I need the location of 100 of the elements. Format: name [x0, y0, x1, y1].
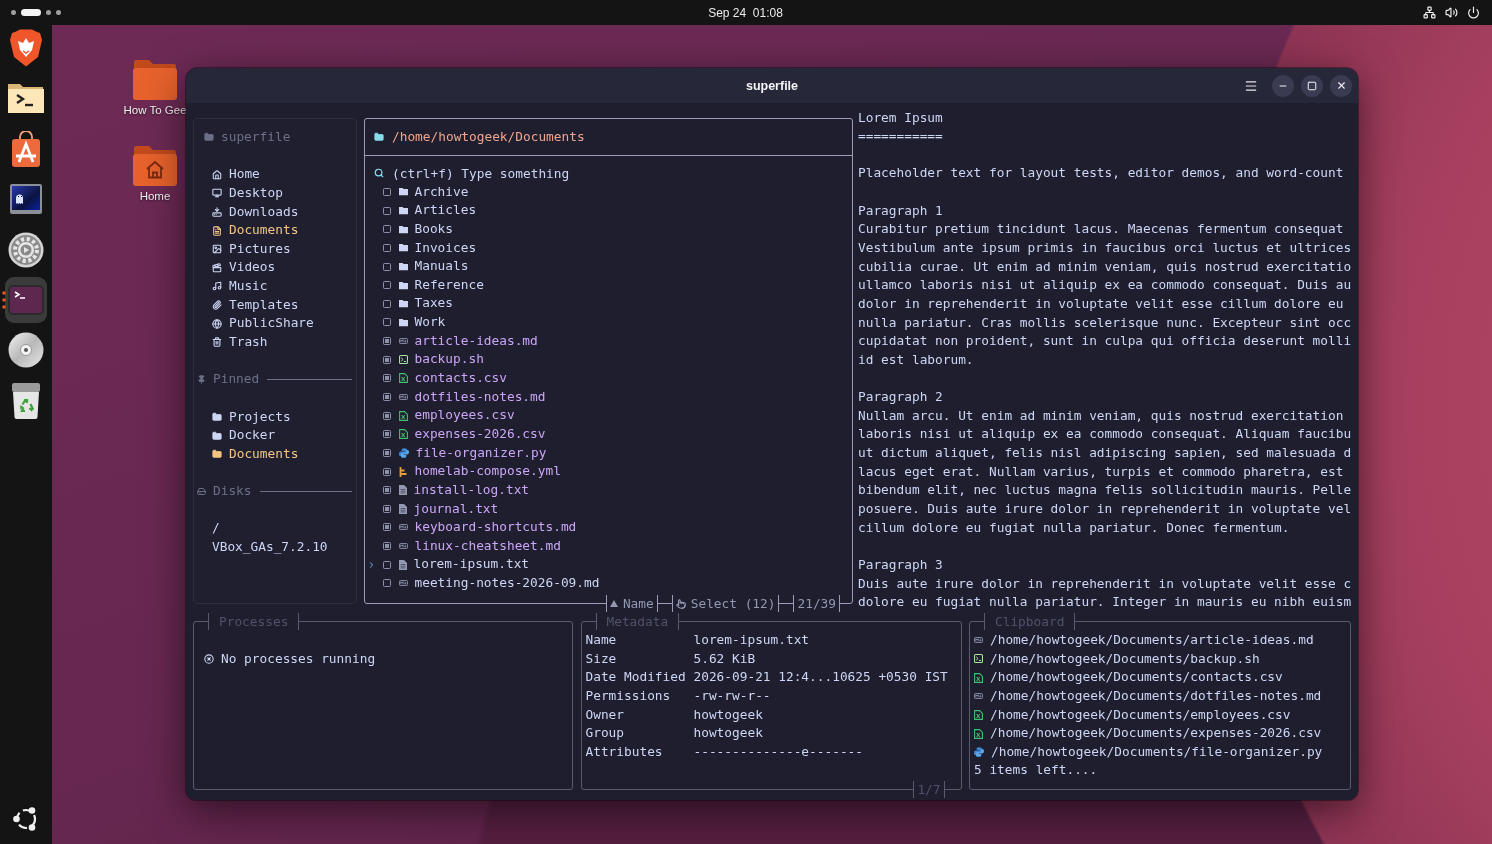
- clock[interactable]: Sep 24 01:08: [704, 4, 787, 21]
- file-name[interactable]: lorem-ipsum.txt: [413, 555, 530, 575]
- page-indicator: 1/7: [913, 781, 945, 798]
- monitor-icon: [212, 188, 222, 199]
- sidebar-item[interactable]: Music: [212, 277, 268, 296]
- preview-line: cupidatat non proident, sunt in culpa qui officia deserunt molli: [858, 332, 1352, 351]
- preview-line: dolore eu fugiat nulla pariatur. Integer in mauris eu nibh euism: [858, 593, 1352, 612]
- file-name[interactable]: keyboard-shortcuts.md: [414, 518, 577, 537]
- disk-item[interactable]: VBox_GAs_7.2.10: [212, 538, 328, 557]
- document-icon: [398, 559, 407, 570]
- sidebar-item[interactable]: PublicShare: [212, 314, 314, 334]
- checkbox[interactable]: [382, 355, 391, 364]
- file-name[interactable]: Books: [414, 219, 454, 239]
- checkbox[interactable]: [382, 523, 391, 532]
- checkbox[interactable]: [382, 411, 391, 420]
- file-name[interactable]: homelab-compose.yml: [414, 462, 561, 481]
- file-name[interactable]: backup.sh: [414, 350, 484, 370]
- metadata-label: Attributes: [585, 742, 664, 761]
- desktop-shortcut[interactable]: Home: [124, 146, 186, 202]
- caret-up-icon: [609, 600, 618, 607]
- checkbox[interactable]: [382, 579, 391, 588]
- workspace-indicator-icon[interactable]: [11, 10, 16, 15]
- file-name[interactable]: article-ideas.md: [414, 331, 538, 351]
- checkbox[interactable]: [382, 504, 391, 513]
- checkbox[interactable]: [382, 448, 391, 457]
- checkbox[interactable]: [382, 374, 391, 383]
- pinned-item[interactable]: Docker: [212, 426, 276, 445]
- file-name[interactable]: Manuals: [414, 257, 469, 276]
- checkbox[interactable]: [382, 560, 391, 569]
- close-button[interactable]: [1330, 74, 1352, 97]
- checkbox[interactable]: [382, 299, 391, 308]
- disk-item[interactable]: /: [212, 519, 220, 539]
- pinned-item[interactable]: Projects: [212, 407, 291, 427]
- preview-line: cillum dolore eu fugiat nulla pariatur. Donec fermentum.: [858, 518, 1290, 537]
- minimize-button[interactable]: [1272, 74, 1294, 97]
- desktop-shortcut[interactable]: How To Gee: [124, 60, 186, 116]
- sidebar-item[interactable]: Trash: [212, 333, 268, 352]
- spreadsheet-icon: [398, 429, 408, 440]
- workspace-indicator-icon[interactable]: [56, 10, 61, 15]
- search-icon: [374, 168, 384, 179]
- checkbox[interactable]: [382, 206, 391, 215]
- clipboard-path: /home/howtogeek/Documents/dotfiles-notes.md: [990, 686, 1322, 705]
- checkbox[interactable]: [382, 542, 391, 551]
- sidebar-item[interactable]: Home: [212, 165, 260, 184]
- checkbox[interactable]: [382, 393, 391, 401]
- checkbox[interactable]: [382, 337, 391, 346]
- workspace-indicator-icon[interactable]: [46, 10, 51, 15]
- sidebar-item[interactable]: Templates: [212, 295, 299, 315]
- checkbox[interactable]: [382, 262, 391, 271]
- circle-x-icon: [204, 653, 214, 664]
- clipboard-more: 5 items left....: [974, 761, 1098, 780]
- sort-label[interactable]: Name: [622, 595, 654, 612]
- file-name[interactable]: Articles: [414, 201, 477, 220]
- sidebar-title: superfile: [221, 128, 291, 146]
- file-name[interactable]: journal.txt: [413, 499, 499, 519]
- sidebar-item[interactable]: Desktop: [212, 183, 283, 203]
- sidebar-item[interactable]: Videos: [212, 258, 276, 278]
- metadata-value: --------------e-------: [693, 742, 863, 761]
- file-name[interactable]: dotfiles-notes.md: [414, 387, 546, 407]
- file-name[interactable]: meeting-notes-2026-09.md: [414, 574, 600, 593]
- folder-icon: [204, 132, 214, 143]
- markdown-icon: [974, 693, 983, 700]
- file-name[interactable]: employees.csv: [414, 406, 515, 425]
- globe-icon: [212, 318, 222, 329]
- file-name[interactable]: file-organizer.py: [415, 443, 547, 463]
- preview-line: id est laborum.: [858, 350, 974, 369]
- file-name[interactable]: Archive: [414, 182, 469, 202]
- checkbox[interactable]: [382, 430, 391, 439]
- sidebar-item[interactable]: Documents: [212, 221, 299, 240]
- pinned-item[interactable]: Documents: [212, 444, 299, 464]
- checkbox[interactable]: [382, 281, 391, 290]
- preview-line: ut dictum aliquet, felis nisl adipiscing sapien, sed malesuada d: [858, 444, 1352, 463]
- current-path: /home/howtogeek/Documents: [392, 127, 585, 146]
- sidebar-item[interactable]: Downloads: [212, 202, 299, 222]
- maximize-button[interactable]: [1301, 74, 1323, 97]
- twin-snake-icon: [398, 447, 409, 458]
- checkbox[interactable]: [382, 187, 391, 196]
- checkbox[interactable]: [382, 243, 391, 252]
- file-name[interactable]: Invoices: [414, 238, 477, 258]
- workspace-indicator-icon[interactable]: [21, 9, 41, 16]
- metadata-label: Owner: [585, 705, 626, 724]
- music-note-icon: [212, 281, 222, 292]
- file-name[interactable]: linux-cheatsheet.md: [414, 536, 561, 556]
- checkbox[interactable]: [382, 318, 391, 327]
- file-name[interactable]: expenses-2026.csv: [414, 424, 546, 444]
- terminal-icon: [398, 355, 408, 365]
- folder-icon: [133, 60, 177, 100]
- metadata-label: Date Modified: [585, 668, 687, 687]
- file-name[interactable]: Work: [414, 313, 446, 332]
- checkbox[interactable]: [382, 486, 391, 495]
- sidebar-item[interactable]: Pictures: [212, 239, 291, 259]
- file-name[interactable]: contacts.csv: [414, 369, 507, 388]
- file-name[interactable]: install-log.txt: [413, 480, 530, 500]
- checkbox[interactable]: [382, 225, 391, 234]
- panel-title: Metadata: [595, 613, 680, 630]
- clipboard-path: /home/howtogeek/Documents/backup.sh: [990, 649, 1260, 668]
- search-field[interactable]: (ctrl+f) Type something: [392, 164, 844, 183]
- file-name[interactable]: Taxes: [414, 294, 454, 314]
- file-name[interactable]: Reference: [414, 275, 484, 295]
- checkbox[interactable]: [382, 467, 391, 476]
